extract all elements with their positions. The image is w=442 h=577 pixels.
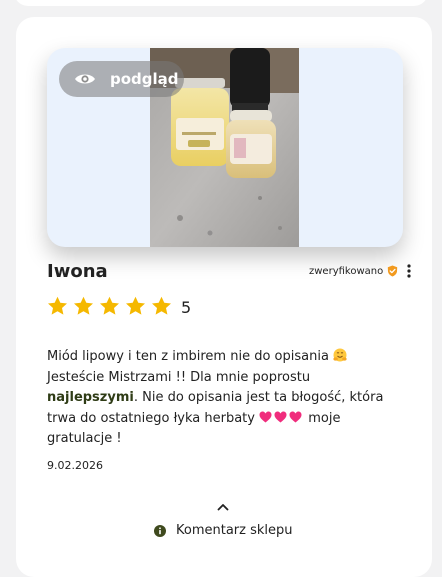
hugging-face-emoji [333,348,347,362]
info-icon [154,524,166,537]
heart-emoji [289,411,302,422]
preview-label: podgląd [110,70,179,88]
rating-value: 5 [181,298,192,317]
preview-button[interactable]: podgląd [59,61,184,97]
shop-comment-label: Komentarz sklepu [176,523,293,538]
review-date: 9.02.2026 [47,459,103,472]
star-icon [152,296,171,315]
review-text: Miód lipowy i ten z imbirem nie do opisa… [47,347,387,450]
shield-check-icon [388,265,398,277]
eye-icon [75,74,95,84]
review-author: Iwona [47,261,108,282]
star-icon [126,296,145,315]
verified-label: zweryfikowano [309,265,384,277]
review-text-bold: najlepszymi [47,390,134,405]
rating-stars [47,296,177,316]
heart-emoji [274,411,287,422]
review-text-part2: Jesteście Mistrzami !! Dla mnie poprostu [47,369,311,385]
star-icon [74,296,93,315]
more-vertical-icon[interactable] [406,264,412,278]
review-card: podgląd Iwona zweryfikowano 5 Miód lipow… [16,17,432,577]
shop-comment-toggle[interactable]: Komentarz sklepu [154,523,293,538]
chevron-up-icon[interactable] [217,503,229,511]
heart-emoji [259,411,272,422]
review-text-part1: Miód lipowy i ten z imbirem nie do opisa… [47,349,334,364]
star-icon [48,296,67,315]
review-photo-container[interactable]: podgląd [47,48,403,247]
hearts-emoji-group [259,411,308,426]
previous-review-card [14,0,428,6]
star-icon [100,296,119,315]
verified-badge: zweryfikowano [309,265,398,277]
